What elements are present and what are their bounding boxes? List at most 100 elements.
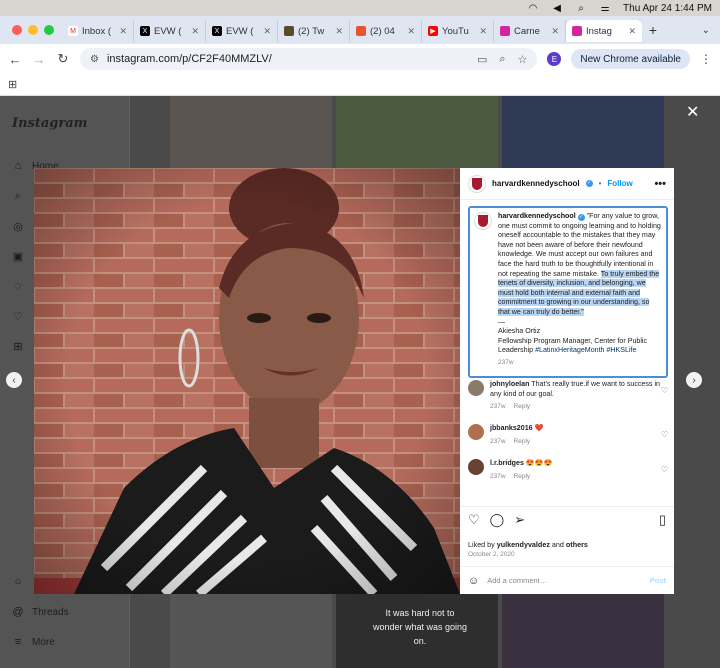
comment-time[interactable]: 237w bbox=[490, 402, 506, 412]
tab-close-icon[interactable]: ✕ bbox=[407, 26, 415, 37]
account-avatar[interactable] bbox=[474, 212, 492, 230]
chrome-menu-icon[interactable]: ⋮ bbox=[700, 52, 712, 66]
zoom-window-button[interactable] bbox=[44, 25, 54, 35]
browser-tab[interactable]: (2) Tw ✕ bbox=[278, 20, 350, 42]
comment-time[interactable]: 237w bbox=[490, 437, 506, 447]
more-options-icon[interactable]: ••• bbox=[654, 178, 666, 190]
sidebar-item-messages[interactable]: ◌ bbox=[12, 280, 24, 292]
browser-tab[interactable]: Instag ✕ bbox=[566, 20, 642, 42]
site-info-icon[interactable]: ⚙ bbox=[90, 54, 99, 65]
tab-close-icon[interactable]: ✕ bbox=[479, 26, 487, 37]
browser-tab[interactable]: M Inbox (✕ bbox=[62, 20, 134, 42]
sidebar-item-meta[interactable]: ○ bbox=[12, 576, 24, 588]
tab-close-icon[interactable]: ✕ bbox=[628, 26, 636, 37]
sidebar-item-search[interactable]: ⌕ bbox=[12, 190, 24, 202]
portrait-image bbox=[34, 168, 460, 594]
commenter-username[interactable]: johnyloelan bbox=[490, 380, 529, 388]
sidebar-item-reels[interactable]: ▣ bbox=[12, 250, 24, 263]
tab-label: Carne bbox=[514, 25, 540, 37]
reload-icon[interactable]: ↻ bbox=[56, 51, 70, 67]
next-post-button[interactable]: › bbox=[686, 372, 702, 388]
wifi-icon[interactable]: ◠ bbox=[527, 3, 539, 14]
sidebar-item-notifications[interactable]: ♡ bbox=[12, 310, 24, 323]
comment-body: l.r.bridges 😍😍😍 237w Reply bbox=[490, 459, 668, 481]
sidebar-item-more[interactable]: ≡ More bbox=[12, 636, 55, 648]
close-window-button[interactable] bbox=[12, 25, 22, 35]
comment-like-heart-icon[interactable]: ♡ bbox=[661, 430, 668, 440]
caption-hashtags[interactable]: #LatinxHeritageMonth #HKSLife bbox=[535, 346, 636, 354]
menubar-datetime: Thu Apr 24 1:44 PM bbox=[623, 2, 712, 14]
reply-button[interactable]: Reply bbox=[514, 437, 531, 447]
browser-tab[interactable]: X EVW (✕ bbox=[134, 20, 206, 42]
browser-tab[interactable]: (2) 04 ✕ bbox=[350, 20, 422, 42]
account-avatar[interactable] bbox=[468, 174, 486, 193]
commenter-avatar[interactable] bbox=[468, 380, 484, 396]
commenter-username[interactable]: l.r.bridges bbox=[490, 459, 524, 467]
tab-close-icon[interactable]: ✕ bbox=[191, 26, 199, 37]
tab-favicon-icon: ▶ bbox=[428, 26, 438, 36]
commenter-avatar[interactable] bbox=[468, 459, 484, 475]
new-tab-button[interactable]: + bbox=[642, 22, 664, 38]
sidebar-item-threads[interactable]: @ Threads bbox=[12, 606, 68, 618]
forward-icon[interactable]: → bbox=[32, 52, 46, 67]
grid-thumbnail[interactable] bbox=[170, 594, 332, 668]
tab-search-icon[interactable]: ⌄ bbox=[702, 25, 710, 36]
cast-icon[interactable]: ▭ bbox=[477, 53, 487, 66]
post-photo[interactable] bbox=[34, 168, 460, 594]
grid-thumbnail[interactable] bbox=[336, 96, 498, 168]
comment-like-heart-icon[interactable]: ♡ bbox=[661, 386, 668, 396]
tab-close-icon[interactable]: ✕ bbox=[119, 26, 127, 37]
search-icon: ⌕ bbox=[14, 189, 22, 202]
grid-thumbnail[interactable] bbox=[502, 96, 664, 168]
browser-tab[interactable]: ▶ YouTu ✕ bbox=[422, 20, 494, 42]
commenter-username[interactable]: jbbanks2016 bbox=[490, 424, 533, 432]
liked-by-user[interactable]: yulkendyvaldez bbox=[497, 540, 550, 549]
commenter-avatar[interactable] bbox=[468, 424, 484, 440]
volume-icon[interactable]: ◀ bbox=[551, 3, 563, 14]
minimize-window-button[interactable] bbox=[28, 25, 38, 35]
new-chrome-available-button[interactable]: New Chrome available bbox=[571, 49, 690, 69]
close-icon[interactable]: ✕ bbox=[686, 102, 699, 122]
control-center-icon[interactable]: ⚌ bbox=[599, 3, 611, 14]
tab-close-icon[interactable]: ✕ bbox=[263, 26, 271, 37]
comment-like-heart-icon[interactable]: ♡ bbox=[661, 465, 668, 475]
back-icon[interactable]: ← bbox=[8, 52, 22, 67]
tab-close-icon[interactable]: ✕ bbox=[551, 26, 559, 37]
comment-time[interactable]: 237w bbox=[490, 472, 506, 482]
zoom-icon[interactable]: ⌕ bbox=[499, 53, 505, 66]
bookmark-star-icon[interactable]: ☆ bbox=[518, 53, 528, 66]
sidebar-item-create[interactable]: ⊞ bbox=[12, 340, 24, 353]
sidebar-item-explore[interactable]: ◎ bbox=[12, 220, 24, 233]
liked-by-others[interactable]: others bbox=[566, 540, 588, 549]
heart-icon: ♡ bbox=[13, 310, 23, 323]
spotlight-icon[interactable]: ⌕ bbox=[575, 3, 587, 14]
grid-thumbnail[interactable] bbox=[170, 96, 332, 168]
apps-grid-icon[interactable]: ⊞ bbox=[8, 78, 17, 91]
tab-close-icon[interactable]: ✕ bbox=[335, 26, 343, 37]
caption-username[interactable]: harvardkennedyschool bbox=[498, 212, 576, 220]
profile-avatar[interactable]: E bbox=[547, 52, 562, 66]
post-comment-button[interactable]: Post bbox=[650, 576, 666, 585]
follow-button[interactable]: Follow bbox=[607, 179, 632, 188]
instagram-logo[interactable]: Instagram bbox=[12, 116, 87, 131]
address-bar[interactable]: ⚙ instagram.com/p/CF2F40MMZLV/ ▭ ⌕ ☆ bbox=[80, 48, 538, 70]
share-icon[interactable]: ➢ bbox=[514, 512, 525, 528]
comment-item: jbbanks2016 ❤️ 237w Reply ♡ bbox=[468, 424, 668, 446]
previous-post-button[interactable]: ‹ bbox=[6, 372, 22, 388]
reply-button[interactable]: Reply bbox=[514, 402, 531, 412]
add-comment-input[interactable]: Add a comment… bbox=[487, 576, 547, 585]
browser-tab[interactable]: X EVW (✕ bbox=[206, 20, 278, 42]
caption-time[interactable]: 237w bbox=[498, 358, 662, 368]
grid-thumbnail[interactable] bbox=[502, 594, 664, 668]
address-url[interactable]: instagram.com/p/CF2F40MMZLV/ bbox=[107, 53, 272, 65]
caption-body: "For any value to grow, one must commit … bbox=[498, 212, 661, 278]
comment-icon[interactable]: ◯ bbox=[490, 512, 505, 528]
browser-tab[interactable]: Carne ✕ bbox=[494, 20, 566, 42]
comment-meta: 237w Reply bbox=[490, 437, 668, 447]
tab-label: Inbox ( bbox=[82, 25, 112, 37]
reply-button[interactable]: Reply bbox=[514, 472, 531, 482]
emoji-icon[interactable]: ☺ bbox=[468, 575, 479, 587]
like-heart-icon[interactable]: ♡ bbox=[468, 512, 480, 528]
post-username[interactable]: harvardkennedyschool bbox=[492, 179, 580, 188]
save-bookmark-icon[interactable]: ▯ bbox=[659, 512, 666, 528]
